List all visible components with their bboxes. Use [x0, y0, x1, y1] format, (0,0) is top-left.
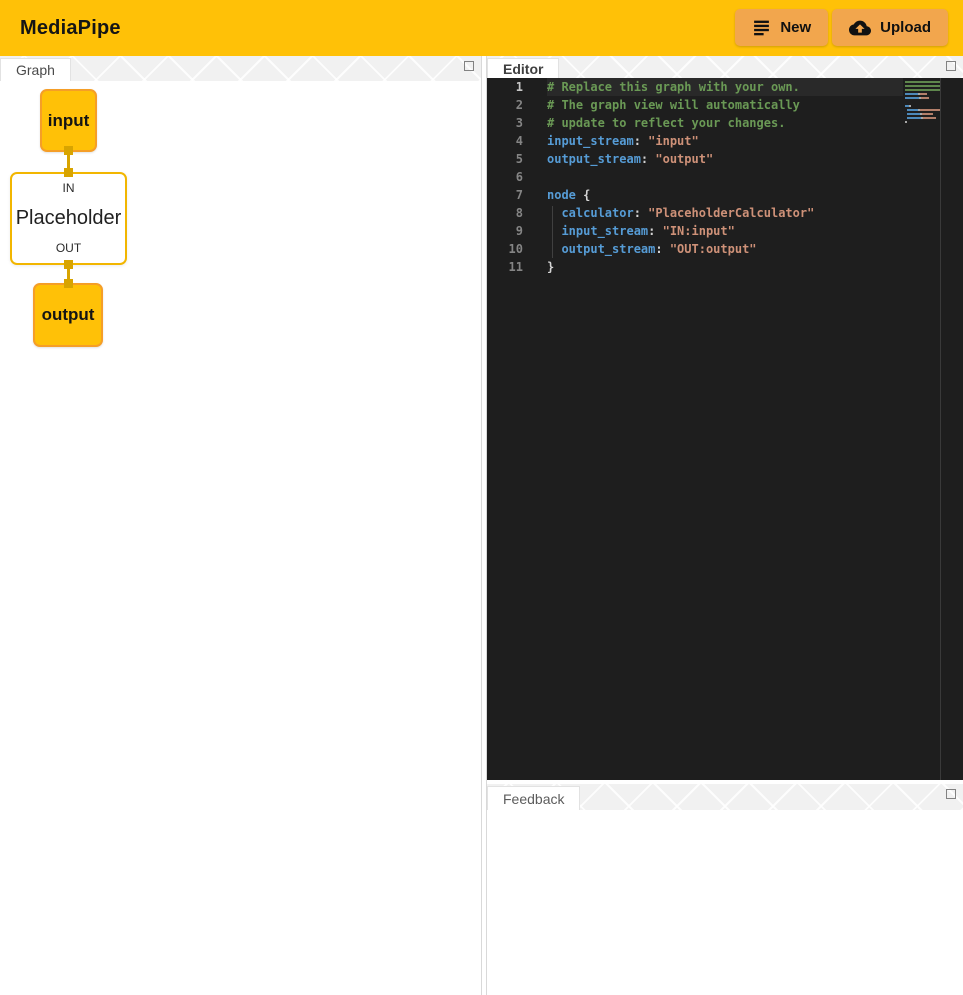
- tab-feedback[interactable]: Feedback: [487, 786, 580, 810]
- upload-button[interactable]: Upload: [832, 9, 948, 46]
- code-line: 5output_stream: "output": [487, 150, 963, 168]
- editor-code[interactable]: 1# Replace this graph with your own.2# T…: [487, 78, 963, 780]
- graph-node-placeholder[interactable]: IN Placeholder OUT: [10, 172, 127, 265]
- graph-node-input[interactable]: input: [40, 89, 97, 152]
- code-line: 2# The graph view will automatically: [487, 96, 963, 114]
- tab-graph[interactable]: Graph: [0, 58, 71, 81]
- code-line: 9 input_stream: "IN:input": [487, 222, 963, 240]
- code-line: 1# Replace this graph with your own.: [487, 78, 963, 96]
- graph-maximise-icon[interactable]: [464, 61, 474, 71]
- tab-editor-label: Editor: [503, 61, 543, 77]
- code-line: 11}: [487, 258, 963, 276]
- feedback-panel-header: Feedback: [487, 784, 963, 810]
- menu-lines-icon: [752, 18, 771, 37]
- app-header: MediaPipe New Upload: [0, 0, 963, 56]
- indent-guide: [552, 206, 553, 258]
- right-column: Editor 1# Replace this graph with your o…: [486, 56, 963, 995]
- output-node-label: output: [42, 305, 95, 325]
- editor-minimap[interactable]: [905, 81, 940, 125]
- code-line: 10 output_stream: "OUT:output": [487, 240, 963, 258]
- placeholder-in-port-label: IN: [63, 181, 75, 195]
- input-node-label: input: [48, 111, 90, 131]
- feedback-panel: Feedback: [487, 784, 963, 995]
- header-actions: New Upload: [735, 9, 948, 46]
- graph-panel-header: Graph: [0, 56, 481, 81]
- feedback-maximise-icon[interactable]: [946, 789, 956, 799]
- tab-feedback-label: Feedback: [503, 791, 564, 807]
- code-line: 6: [487, 168, 963, 186]
- new-button-label: New: [780, 19, 811, 36]
- graph-canvas[interactable]: input IN Placeholder OUT output: [0, 81, 481, 995]
- editor-panel-header: Editor: [487, 56, 963, 78]
- code-line: 3# update to reflect your changes.: [487, 114, 963, 132]
- code-line: 4input_stream: "input": [487, 132, 963, 150]
- port-placeholder-out: [64, 260, 73, 269]
- port-output-in: [64, 279, 73, 288]
- port-input-out: [64, 146, 73, 155]
- cloud-upload-icon: [849, 17, 871, 39]
- editor-maximise-icon[interactable]: [946, 61, 956, 71]
- editor-panel: Editor 1# Replace this graph with your o…: [487, 56, 963, 780]
- app-title: MediaPipe: [20, 17, 121, 40]
- placeholder-out-port-label: OUT: [56, 241, 81, 255]
- tab-editor[interactable]: Editor: [487, 58, 559, 78]
- feedback-body: [487, 810, 963, 995]
- graph-panel: Graph input IN Placeholder OUT output: [0, 56, 482, 995]
- new-button[interactable]: New: [735, 9, 828, 46]
- port-placeholder-in: [64, 168, 73, 177]
- upload-button-label: Upload: [880, 19, 931, 36]
- tab-graph-label: Graph: [16, 62, 55, 78]
- graph-node-output[interactable]: output: [33, 283, 103, 347]
- code-line: 7node {: [487, 186, 963, 204]
- code-line: 8 calculator: "PlaceholderCalculator": [487, 204, 963, 222]
- editor-overview-ruler: [940, 78, 941, 780]
- placeholder-node-label: Placeholder: [16, 207, 122, 230]
